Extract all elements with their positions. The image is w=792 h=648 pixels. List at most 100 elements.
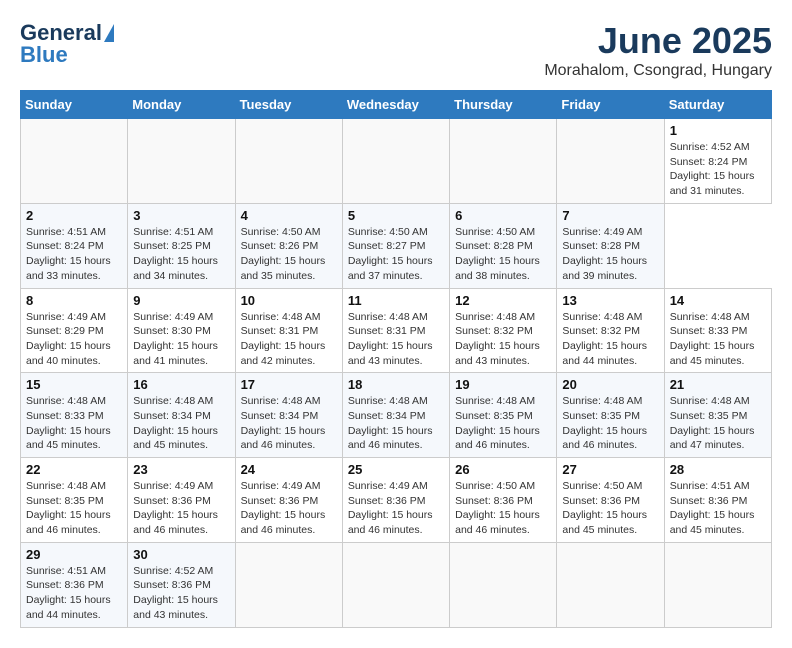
calendar-week-1: 1 Sunrise: 4:52 AMSunset: 8:24 PMDaylight… — [21, 119, 772, 204]
table-row: 7Sunrise: 4:49 AMSunset: 8:28 PMDaylight… — [557, 203, 664, 288]
table-row: 30Sunrise: 4:52 AMSunset: 8:36 PMDayligh… — [128, 542, 235, 627]
day-number: 22 — [26, 462, 122, 477]
day-info: Sunrise: 4:48 AMSunset: 8:34 PMDaylight:… — [133, 394, 229, 453]
table-row: 4Sunrise: 4:50 AMSunset: 8:26 PMDaylight… — [235, 203, 342, 288]
day-info: Sunrise: 4:52 AMSunset: 8:24 PMDaylight:… — [670, 140, 766, 199]
day-info: Sunrise: 4:48 AMSunset: 8:32 PMDaylight:… — [562, 310, 658, 369]
table-row — [450, 119, 557, 204]
day-info: Sunrise: 4:51 AMSunset: 8:25 PMDaylight:… — [133, 225, 229, 284]
title-block: June 2025 Morahalom, Csongrad, Hungary — [544, 20, 772, 80]
table-row: 20Sunrise: 4:48 AMSunset: 8:35 PMDayligh… — [557, 373, 664, 458]
day-info: Sunrise: 4:49 AMSunset: 8:30 PMDaylight:… — [133, 310, 229, 369]
day-info: Sunrise: 4:48 AMSunset: 8:35 PMDaylight:… — [670, 394, 766, 453]
table-row — [342, 542, 449, 627]
table-row: 16 Sunrise: 4:48 AMSunset: 8:34 PMDayligh… — [128, 373, 235, 458]
day-info: Sunrise: 4:50 AMSunset: 8:28 PMDaylight:… — [455, 225, 551, 284]
day-info: Sunrise: 4:51 AMSunset: 8:36 PMDaylight:… — [670, 479, 766, 538]
day-info: Sunrise: 4:49 AMSunset: 8:29 PMDaylight:… — [26, 310, 122, 369]
day-number: 24 — [241, 462, 337, 477]
table-row: 26Sunrise: 4:50 AMSunset: 8:36 PMDayligh… — [450, 458, 557, 543]
day-info: Sunrise: 4:48 AMSunset: 8:31 PMDaylight:… — [348, 310, 444, 369]
table-row — [128, 119, 235, 204]
day-info: Sunrise: 4:50 AMSunset: 8:27 PMDaylight:… — [348, 225, 444, 284]
day-number: 28 — [670, 462, 766, 477]
calendar-week-3: 8 Sunrise: 4:49 AMSunset: 8:29 PMDaylight… — [21, 288, 772, 373]
day-number: 19 — [455, 377, 551, 392]
logo: General Blue — [20, 20, 114, 68]
day-number: 10 — [241, 293, 337, 308]
col-header-friday: Friday — [557, 91, 664, 119]
day-number: 27 — [562, 462, 658, 477]
logo-triangle-icon — [104, 24, 114, 42]
day-number: 12 — [455, 293, 551, 308]
day-info: Sunrise: 4:48 AMSunset: 8:35 PMDaylight:… — [26, 479, 122, 538]
col-header-sunday: Sunday — [21, 91, 128, 119]
day-number: 3 — [133, 208, 229, 223]
day-number: 1 — [670, 123, 766, 138]
day-number: 8 — [26, 293, 122, 308]
col-header-wednesday: Wednesday — [342, 91, 449, 119]
day-number: 6 — [455, 208, 551, 223]
table-row: 24 Sunrise: 4:49 AMSunset: 8:36 PMDayligh… — [235, 458, 342, 543]
table-row: 11 Sunrise: 4:48 AMSunset: 8:31 PMDayligh… — [342, 288, 449, 373]
day-number: 4 — [241, 208, 337, 223]
table-row: 29 Sunrise: 4:51 AMSunset: 8:36 PMDayligh… — [21, 542, 128, 627]
table-row: 21 Sunrise: 4:48 AMSunset: 8:35 PMDayligh… — [664, 373, 771, 458]
table-row: 19 Sunrise: 4:48 AMSunset: 8:35 PMDayligh… — [450, 373, 557, 458]
table-row — [21, 119, 128, 204]
table-row: 13 Sunrise: 4:48 AMSunset: 8:32 PMDayligh… — [557, 288, 664, 373]
table-row: 6 Sunrise: 4:50 AMSunset: 8:28 PMDaylight… — [450, 203, 557, 288]
calendar-week-2: 2 Sunrise: 4:51 AMSunset: 8:24 PMDaylight… — [21, 203, 772, 288]
calendar-week-4: 15 Sunrise: 4:48 AMSunset: 8:33 PMDayligh… — [21, 373, 772, 458]
page-header: General Blue June 2025 Morahalom, Csongr… — [20, 20, 772, 80]
table-row: 1 Sunrise: 4:52 AMSunset: 8:24 PMDaylight… — [664, 119, 771, 204]
table-row — [664, 542, 771, 627]
day-info: Sunrise: 4:48 AMSunset: 8:34 PMDaylight:… — [241, 394, 337, 453]
table-row — [235, 119, 342, 204]
table-row: 17Sunrise: 4:48 AMSunset: 8:34 PMDayligh… — [235, 373, 342, 458]
day-info: Sunrise: 4:49 AMSunset: 8:36 PMDaylight:… — [133, 479, 229, 538]
day-info: Sunrise: 4:48 AMSunset: 8:34 PMDaylight:… — [348, 394, 444, 453]
table-row: 28 Sunrise: 4:51 AMSunset: 8:36 PMDayligh… — [664, 458, 771, 543]
calendar-week-5: 22 Sunrise: 4:48 AMSunset: 8:35 PMDayligh… — [21, 458, 772, 543]
day-info: Sunrise: 4:51 AMSunset: 8:24 PMDaylight:… — [26, 225, 122, 284]
day-number: 13 — [562, 293, 658, 308]
day-number: 16 — [133, 377, 229, 392]
calendar-table: SundayMondayTuesdayWednesdayThursdayFrid… — [20, 90, 772, 628]
day-info: Sunrise: 4:48 AMSunset: 8:33 PMDaylight:… — [670, 310, 766, 369]
table-row: 12Sunrise: 4:48 AMSunset: 8:32 PMDayligh… — [450, 288, 557, 373]
day-info: Sunrise: 4:51 AMSunset: 8:36 PMDaylight:… — [26, 564, 122, 623]
day-info: Sunrise: 4:48 AMSunset: 8:35 PMDaylight:… — [562, 394, 658, 453]
day-info: Sunrise: 4:49 AMSunset: 8:36 PMDaylight:… — [241, 479, 337, 538]
day-number: 21 — [670, 377, 766, 392]
col-header-thursday: Thursday — [450, 91, 557, 119]
day-info: Sunrise: 4:50 AMSunset: 8:36 PMDaylight:… — [455, 479, 551, 538]
day-number: 14 — [670, 293, 766, 308]
table-row — [557, 542, 664, 627]
table-row — [235, 542, 342, 627]
location: Morahalom, Csongrad, Hungary — [544, 62, 772, 80]
logo-blue-text: Blue — [20, 42, 68, 68]
day-info: Sunrise: 4:48 AMSunset: 8:31 PMDaylight:… — [241, 310, 337, 369]
table-row: 18 Sunrise: 4:48 AMSunset: 8:34 PMDayligh… — [342, 373, 449, 458]
day-number: 2 — [26, 208, 122, 223]
day-number: 25 — [348, 462, 444, 477]
calendar-week-6: 29 Sunrise: 4:51 AMSunset: 8:36 PMDayligh… — [21, 542, 772, 627]
table-row: 5Sunrise: 4:50 AMSunset: 8:27 PMDaylight… — [342, 203, 449, 288]
table-row: 27Sunrise: 4:50 AMSunset: 8:36 PMDayligh… — [557, 458, 664, 543]
col-header-saturday: Saturday — [664, 91, 771, 119]
day-number: 7 — [562, 208, 658, 223]
table-row: 23 Sunrise: 4:49 AMSunset: 8:36 PMDayligh… — [128, 458, 235, 543]
table-row: 10 Sunrise: 4:48 AMSunset: 8:31 PMDayligh… — [235, 288, 342, 373]
day-number: 23 — [133, 462, 229, 477]
col-header-monday: Monday — [128, 91, 235, 119]
day-number: 11 — [348, 293, 444, 308]
day-info: Sunrise: 4:49 AMSunset: 8:36 PMDaylight:… — [348, 479, 444, 538]
day-number: 29 — [26, 547, 122, 562]
table-row: 8 Sunrise: 4:49 AMSunset: 8:29 PMDaylight… — [21, 288, 128, 373]
day-number: 15 — [26, 377, 122, 392]
day-number: 18 — [348, 377, 444, 392]
day-info: Sunrise: 4:48 AMSunset: 8:35 PMDaylight:… — [455, 394, 551, 453]
table-row: 15 Sunrise: 4:48 AMSunset: 8:33 PMDayligh… — [21, 373, 128, 458]
day-info: Sunrise: 4:48 AMSunset: 8:33 PMDaylight:… — [26, 394, 122, 453]
